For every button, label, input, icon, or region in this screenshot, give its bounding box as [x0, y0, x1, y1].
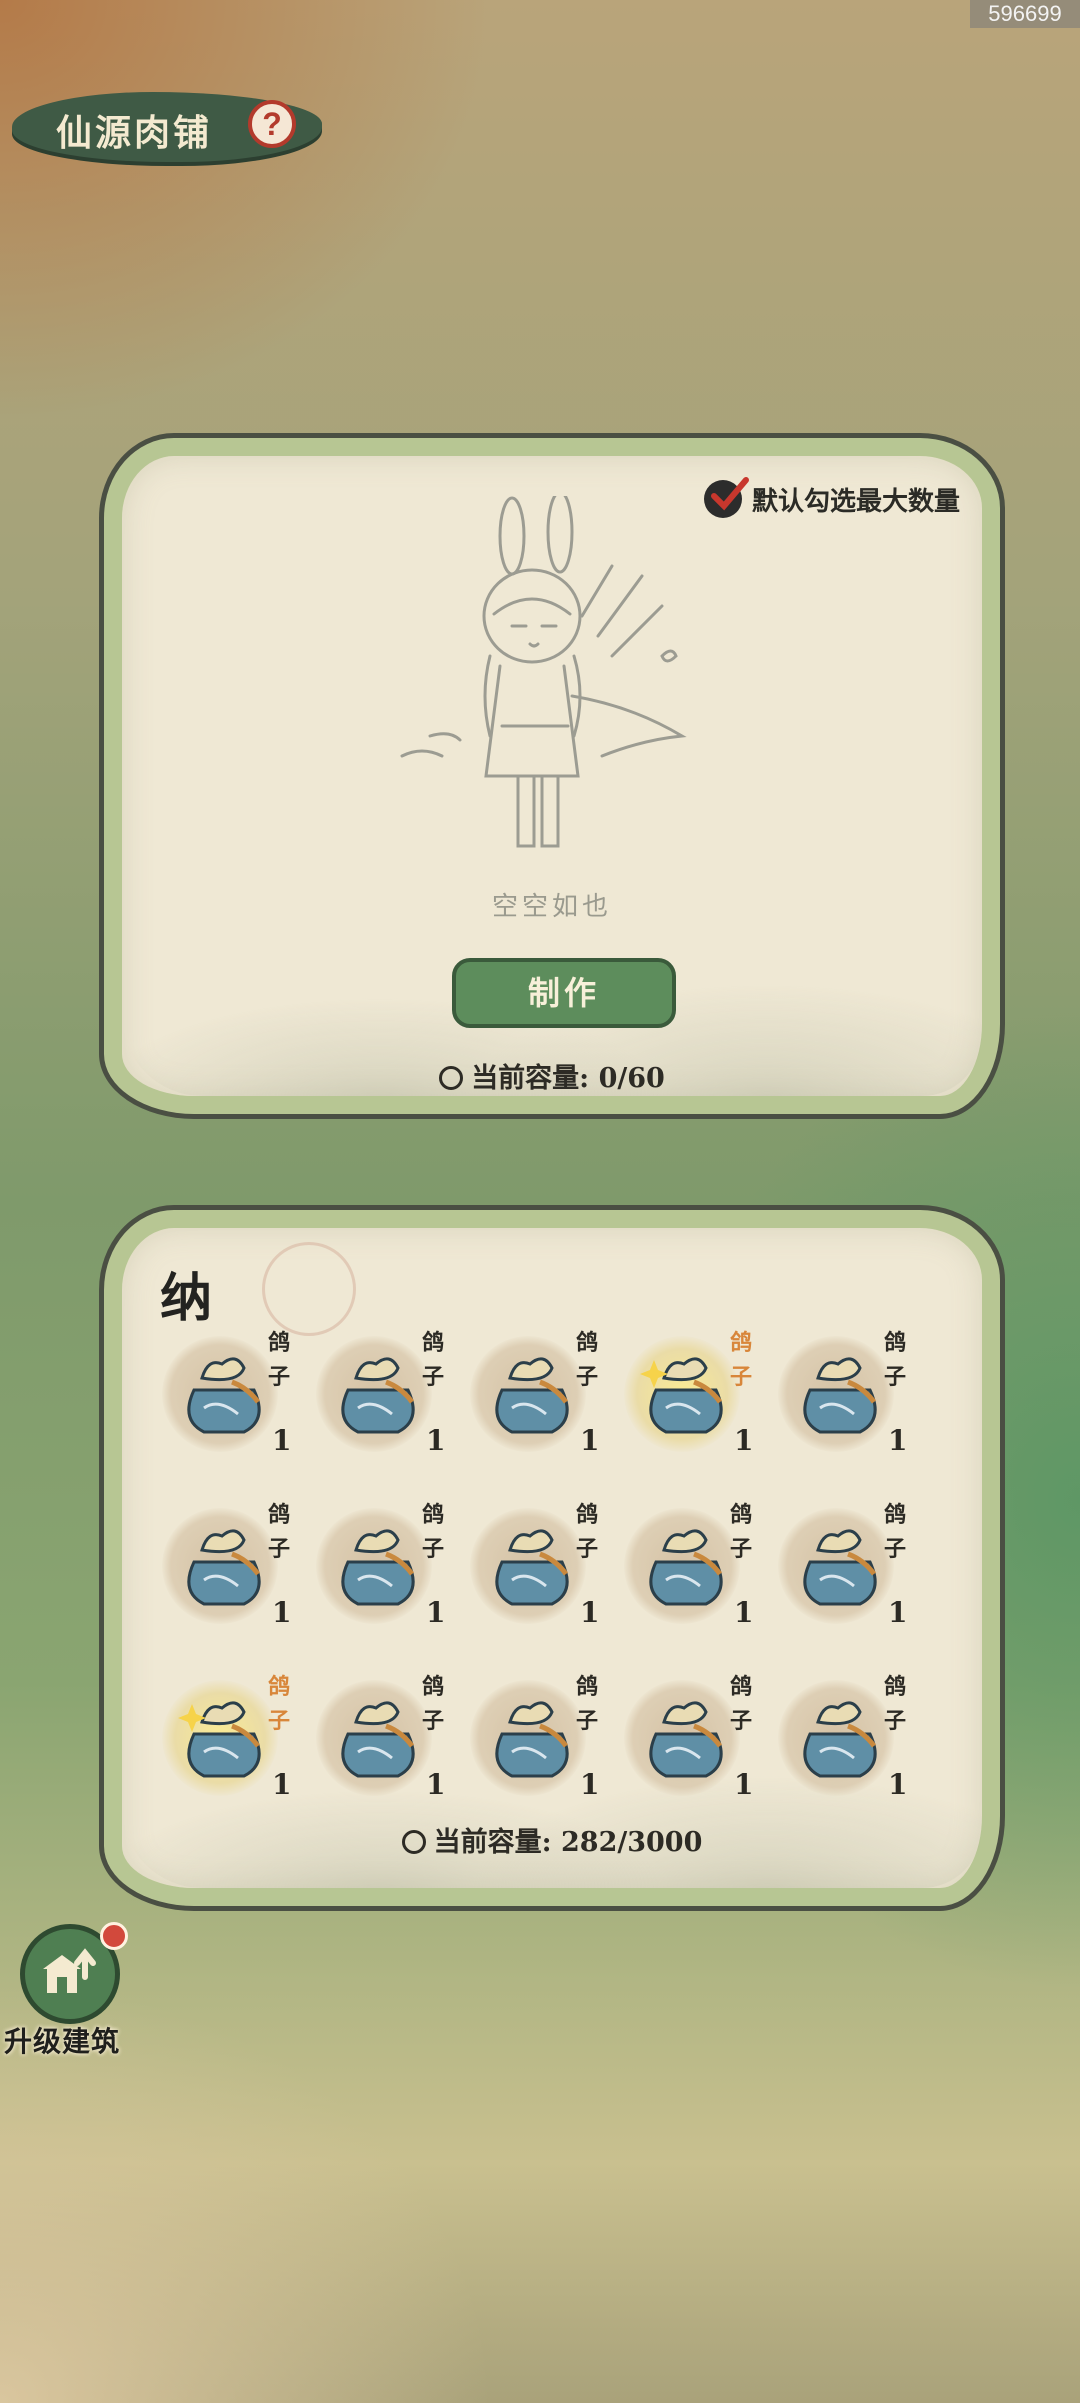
storage-item-slot[interactable]: 鸽子 1: [162, 1320, 292, 1470]
item-name: 鸽子: [575, 1330, 598, 1390]
sack-icon: [640, 1357, 723, 1434]
storage-item-slot[interactable]: 鸽子 1: [162, 1664, 292, 1814]
item-name: 鸽子: [421, 1502, 444, 1562]
item-name: 鸽子: [729, 1674, 752, 1734]
item-quantity: 1: [734, 1596, 754, 1629]
storage-item-slot[interactable]: 鸽子 1: [778, 1492, 908, 1642]
sack-icon: [649, 1701, 723, 1778]
storage-grid: 鸽子 1 鸽子 1 鸽子 1 鸽子 1 鸽子 1 鸽子 1 鸽子 1 鸽子 1 鸽子 1 鸽子 1 鸽子 1 鸽子 1 鸽子 1 鸽…: [162, 1320, 942, 1820]
item-name: 鸽子: [883, 1502, 906, 1562]
sack-icon: [341, 1529, 415, 1606]
item-quantity: 1: [580, 1424, 600, 1457]
item-name: 鸽子: [883, 1674, 906, 1734]
sack-icon: [803, 1529, 877, 1606]
item-name: 鸽子: [421, 1330, 444, 1390]
empty-state-text: 空空如也: [491, 892, 612, 922]
sack-icon: [341, 1701, 415, 1778]
help-icon[interactable]: ?: [248, 100, 296, 148]
sack-icon: [341, 1357, 415, 1434]
upgrade-building-label: 升级建筑: [4, 2025, 121, 2058]
storage-panel: 纳 鸽子 1 鸽子 1 鸽子 1 鸽子 1 鸽子 1 鸽子 1 鸽子 1 鸽子 1 鸽子 1 鸽子 1 鸽子 1 鸽子 1 鸽子…: [104, 1210, 1000, 1906]
item-quantity: 1: [888, 1424, 908, 1457]
capacity-bag-icon: [401, 1830, 426, 1854]
item-name: 鸽子: [421, 1674, 444, 1734]
item-name: 鸽子: [729, 1502, 752, 1562]
make-button[interactable]: 制作: [452, 958, 676, 1028]
storage-item-slot[interactable]: 鸽子 1: [470, 1492, 600, 1642]
storage-item-slot[interactable]: 鸽子 1: [624, 1320, 754, 1470]
notification-dot: [100, 1922, 128, 1950]
page-title: 仙源肉铺: [56, 112, 213, 154]
capacity-value: 0/60: [598, 1063, 665, 1094]
capacity-label: 当前容量:: [471, 1063, 590, 1094]
item-quantity: 1: [580, 1596, 600, 1629]
sack-icon: [495, 1701, 569, 1778]
item-name: 鸽子: [575, 1674, 598, 1734]
default-max-toggle[interactable]: 默认勾选最大数量: [703, 477, 960, 518]
storage-item-slot[interactable]: 鸽子 1: [624, 1492, 754, 1642]
item-name: 鸽子: [267, 1330, 290, 1390]
sack-icon: [187, 1357, 261, 1434]
capacity-label: 当前容量:: [433, 1827, 552, 1858]
storage-item-slot[interactable]: 鸽子 1: [162, 1492, 292, 1642]
crafting-capacity: 当前容量: 0/60: [122, 1056, 982, 1095]
crafting-panel: 默认勾选最大数量 空空如也 制作 当前容量: 0/60: [104, 438, 1000, 1114]
storage-item-slot[interactable]: 鸽子 1: [778, 1664, 908, 1814]
item-quantity: 1: [426, 1768, 446, 1801]
item-name: 鸽子: [267, 1502, 290, 1562]
rabbit-girl-illustration: [400, 496, 687, 848]
sack-icon: [187, 1529, 261, 1606]
sack-icon: [803, 1357, 877, 1434]
item-quantity: 1: [580, 1768, 600, 1801]
item-quantity: 1: [272, 1768, 292, 1801]
storage-item-slot[interactable]: 鸽子 1: [316, 1492, 446, 1642]
sack-icon: [495, 1357, 569, 1434]
storage-item-slot[interactable]: 鸽子 1: [316, 1664, 446, 1814]
sack-icon: [649, 1529, 723, 1606]
item-name: 鸽子: [267, 1674, 290, 1734]
sack-icon: [495, 1529, 569, 1606]
item-name: 鸽子: [575, 1502, 598, 1562]
item-quantity: 1: [272, 1596, 292, 1629]
item-name: 鸽子: [729, 1330, 752, 1390]
item-quantity: 1: [888, 1596, 908, 1629]
capacity-value: 282/3000: [561, 1827, 703, 1858]
item-quantity: 1: [426, 1424, 446, 1457]
item-name: 鸽子: [883, 1330, 906, 1390]
storage-item-slot[interactable]: 鸽子 1: [778, 1320, 908, 1470]
capacity-bag-icon: [439, 1066, 464, 1090]
item-quantity: 1: [426, 1596, 446, 1629]
item-quantity: 1: [734, 1768, 754, 1801]
storage-item-slot[interactable]: 鸽子 1: [470, 1664, 600, 1814]
storage-item-slot[interactable]: 鸽子 1: [470, 1320, 600, 1470]
item-quantity: 1: [734, 1424, 754, 1457]
default-max-label: 默认勾选最大数量: [751, 486, 960, 517]
sack-icon: [178, 1701, 261, 1778]
storage-capacity: 当前容量: 282/3000: [122, 1820, 982, 1859]
sack-icon: [803, 1701, 877, 1778]
storage-item-slot[interactable]: 鸽子 1: [624, 1664, 754, 1814]
corner-id-label: 596699: [970, 0, 1080, 28]
item-quantity: 1: [888, 1768, 908, 1801]
item-quantity: 1: [272, 1424, 292, 1457]
storage-item-slot[interactable]: 鸽子 1: [316, 1320, 446, 1470]
